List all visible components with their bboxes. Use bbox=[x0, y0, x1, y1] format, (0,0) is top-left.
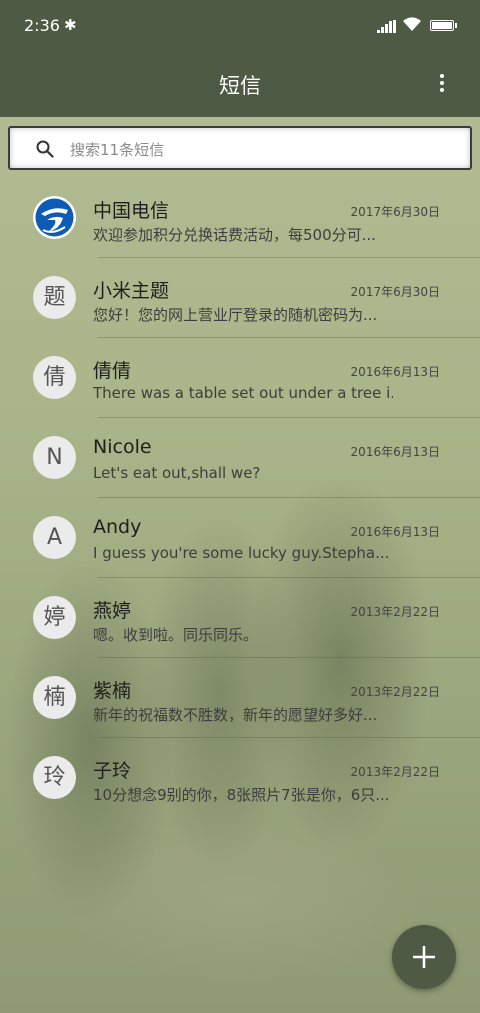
message-date: 2013年2月22日 bbox=[350, 765, 440, 779]
contact-name: 中国电信 bbox=[93, 200, 170, 222]
more-options-icon[interactable] bbox=[434, 72, 450, 96]
avatar: 玲 bbox=[33, 756, 76, 799]
page-title: 短信 bbox=[219, 74, 261, 98]
new-message-button[interactable] bbox=[392, 925, 456, 989]
message-preview: 10分想念9别的你，8张照片7张是你，6只... bbox=[93, 786, 390, 804]
search-placeholder: 搜索11条短信 bbox=[70, 141, 165, 159]
conversation-item[interactable]: 倩 倩倩 2016年6月13日 There was a table set ou… bbox=[0, 338, 480, 418]
search-input[interactable]: 搜索11条短信 bbox=[8, 126, 472, 170]
message-preview: 欢迎参加积分兑换话费活动，每500分可... bbox=[93, 226, 376, 244]
message-preview: Let's eat out,shall we? bbox=[93, 464, 261, 482]
plus-icon bbox=[413, 946, 435, 968]
conversation-item[interactable]: 题 小米主题 2017年6月30日 您好！您的网上营业厅登录的随机密码为... bbox=[0, 258, 480, 338]
battery-cap bbox=[455, 23, 457, 28]
message-date: 2013年2月22日 bbox=[350, 605, 440, 619]
conversation-item[interactable]: N Nicole 2016年6月13日 Let's eat out,shall … bbox=[0, 418, 480, 498]
avatar: 题 bbox=[33, 276, 76, 319]
signal-icon bbox=[377, 20, 396, 33]
avatar: 倩 bbox=[33, 356, 76, 399]
contact-name: 小米主题 bbox=[93, 280, 170, 302]
conversation-list: 中国电信 2017年6月30日 欢迎参加积分兑换话费活动，每500分可... 题… bbox=[0, 178, 480, 818]
status-bar: 2:36 ✱ bbox=[0, 0, 480, 52]
message-preview: 新年的祝福数不胜数，新年的愿望好多好... bbox=[93, 706, 378, 724]
message-preview: I guess you're some lucky guy.Stepha... bbox=[93, 544, 390, 562]
avatar: 婷 bbox=[33, 596, 76, 639]
message-date: 2016年6月13日 bbox=[350, 445, 440, 459]
search-icon bbox=[36, 140, 54, 158]
message-date: 2016年6月13日 bbox=[350, 365, 440, 379]
conversation-item[interactable]: 中国电信 2017年6月30日 欢迎参加积分兑换话费活动，每500分可... bbox=[0, 178, 480, 258]
contact-name: Andy bbox=[93, 516, 142, 538]
contact-name: 倩倩 bbox=[93, 360, 132, 382]
conversation-item[interactable]: A Andy 2016年6月13日 I guess you're some lu… bbox=[0, 498, 480, 578]
message-preview: 嗯。收到啦。同乐同乐。 bbox=[93, 626, 259, 644]
message-date: 2017年6月30日 bbox=[350, 285, 440, 299]
battery-icon bbox=[430, 20, 454, 31]
status-time: 2:36 bbox=[24, 16, 60, 35]
china-telecom-logo-icon bbox=[33, 196, 76, 239]
conversation-item[interactable]: 玲 子玲 2013年2月22日 10分想念9别的你，8张照片7张是你，6只... bbox=[0, 738, 480, 818]
avatar: N bbox=[33, 436, 76, 479]
wifi-icon bbox=[403, 17, 421, 31]
message-preview: There was a table set out under a tree i… bbox=[93, 384, 393, 402]
contact-name: 子玲 bbox=[93, 760, 132, 782]
contact-name: 燕婷 bbox=[93, 600, 132, 622]
message-date: 2017年6月30日 bbox=[350, 205, 440, 219]
message-date: 2013年2月22日 bbox=[350, 685, 440, 699]
conversation-item[interactable]: 楠 紫楠 2013年2月22日 新年的祝福数不胜数，新年的愿望好多好... bbox=[0, 658, 480, 738]
contact-name: Nicole bbox=[93, 436, 152, 458]
message-preview: 您好！您的网上营业厅登录的随机密码为... bbox=[93, 306, 378, 324]
contact-name: 紫楠 bbox=[93, 680, 132, 702]
message-date: 2016年6月13日 bbox=[350, 525, 440, 539]
bluetooth-icon: ✱ bbox=[64, 16, 77, 34]
avatar: A bbox=[33, 516, 76, 559]
avatar: 楠 bbox=[33, 676, 76, 719]
app-header: 2:36 ✱ 短信 bbox=[0, 0, 480, 117]
conversation-item[interactable]: 婷 燕婷 2013年2月22日 嗯。收到啦。同乐同乐。 bbox=[0, 578, 480, 658]
